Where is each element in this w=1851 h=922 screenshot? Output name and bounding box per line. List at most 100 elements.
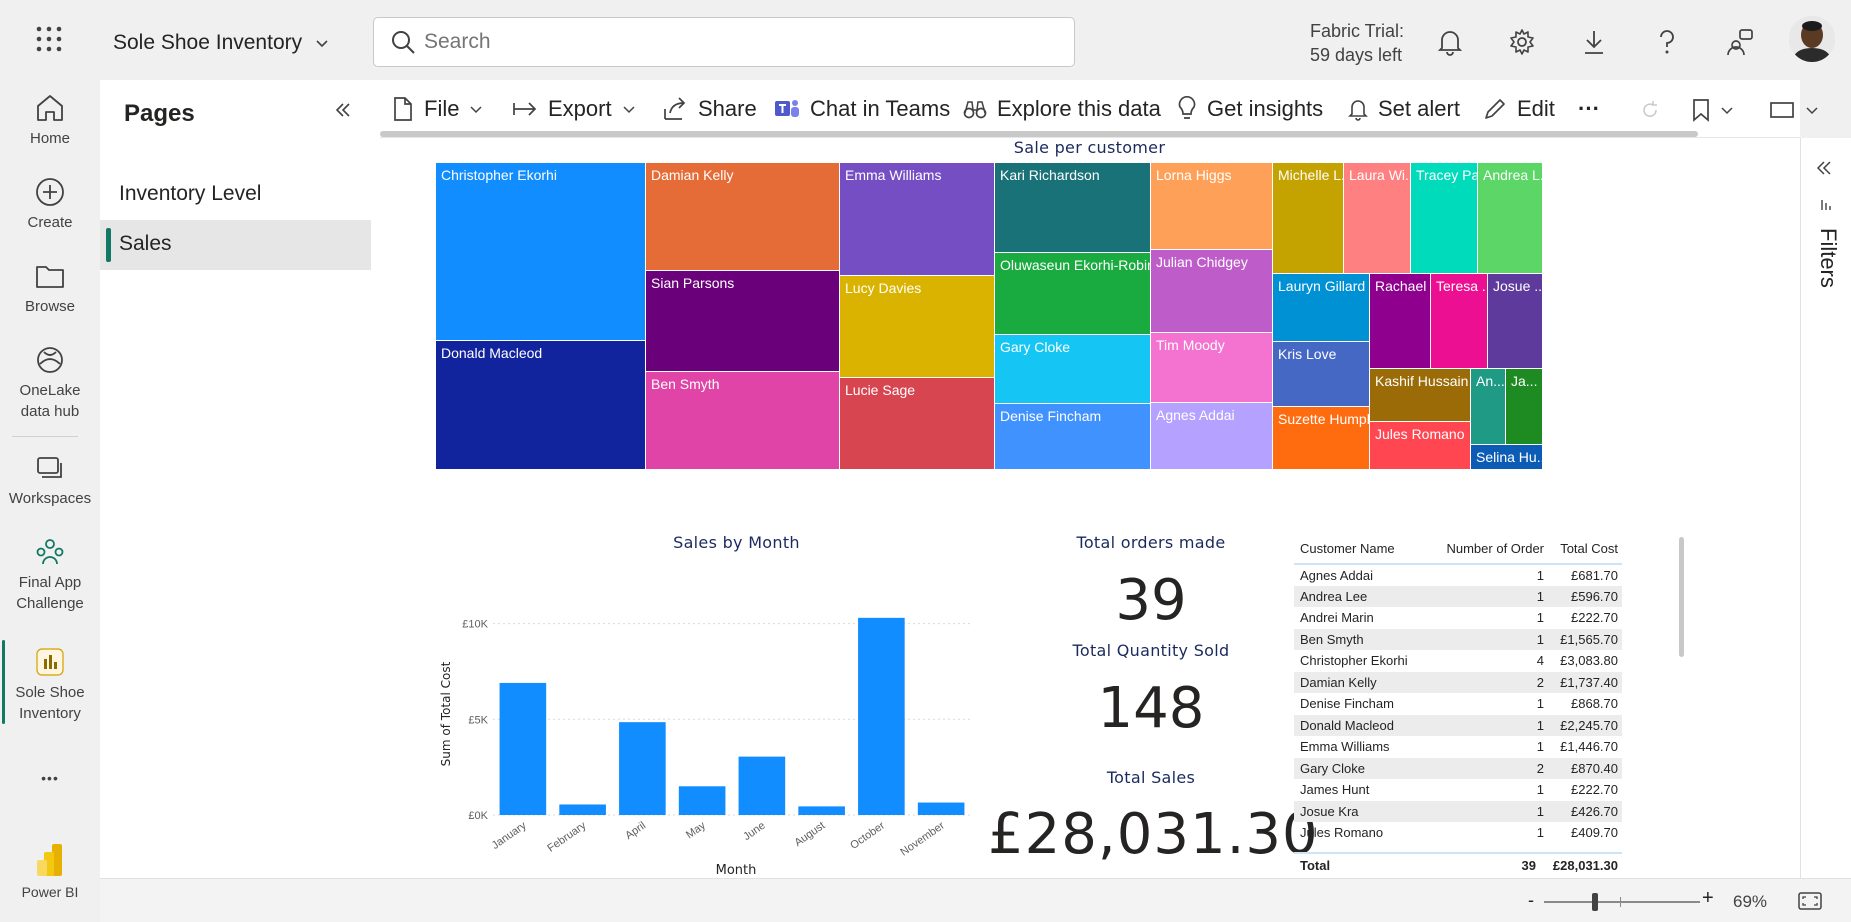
treemap-cell[interactable]: Selina Hu... (1471, 445, 1543, 470)
treemap-cell[interactable]: Josue ... (1488, 274, 1543, 369)
column-header-orders[interactable]: Number of Order (1428, 534, 1549, 564)
table-row[interactable]: James Hunt 1 £222.70 (1294, 779, 1622, 801)
nav-workspaces[interactable]: Workspaces (0, 452, 100, 509)
column-header-customer[interactable]: Customer Name (1294, 534, 1428, 564)
bar[interactable] (678, 786, 726, 815)
file-menu-button[interactable]: File (392, 94, 493, 124)
avatar[interactable] (1789, 16, 1835, 62)
treemap-cell[interactable]: Gary Cloke (995, 335, 1151, 404)
customer-table[interactable]: Customer Name Number of Order Total Cost… (1294, 534, 1684, 874)
table-row[interactable]: Gary Cloke 2 £870.40 (1294, 757, 1622, 779)
treemap-cell[interactable]: Tim Moody (1151, 333, 1273, 403)
bookmark-button[interactable] (1692, 98, 1734, 122)
page-item-sales[interactable]: Sales (100, 220, 371, 270)
fit-to-page-icon[interactable] (1798, 892, 1822, 910)
table-row[interactable]: Emma Williams 1 £1,446.70 (1294, 736, 1622, 758)
gear-icon[interactable] (1508, 28, 1536, 56)
treemap-cell[interactable]: Rachael ... (1370, 274, 1431, 369)
download-icon[interactable] (1581, 28, 1607, 56)
nav-more-button[interactable]: ••• (0, 768, 100, 789)
treemap-cell[interactable]: Emma Williams (840, 163, 995, 276)
table-scrollbar[interactable] (1679, 537, 1684, 657)
collapse-pane-icon[interactable] (333, 100, 353, 120)
zoom-out-button[interactable]: - (1528, 890, 1534, 911)
page-item-inventory-level[interactable]: Inventory Level (100, 170, 371, 220)
view-button[interactable] (1769, 100, 1819, 120)
zoom-in-button[interactable]: + (1702, 887, 1714, 910)
nav-create[interactable]: Create (0, 176, 100, 233)
report-title-dropdown[interactable]: Sole Shoe Inventory (113, 30, 330, 56)
set-alert-button[interactable]: Set alert (1348, 94, 1460, 124)
treemap-cell[interactable]: Kris Love (1273, 342, 1370, 407)
bell-icon[interactable] (1437, 28, 1463, 56)
table-row[interactable]: Ben Smyth 1 £1,565.70 (1294, 628, 1622, 650)
table-row[interactable]: Agnes Addai 1 £681.70 (1294, 564, 1622, 586)
nav-onelake[interactable]: OneLake data hub (0, 344, 100, 422)
treemap-cell[interactable]: Oluwaseun Ekorhi-Robinson (995, 253, 1151, 335)
more-options-button[interactable]: ··· (1578, 94, 1600, 124)
nav-final-app-challenge[interactable]: Final App Challenge (0, 536, 100, 614)
table-row[interactable]: Josue Kra 1 £426.70 (1294, 800, 1622, 822)
treemap-cell[interactable]: Kari Richardson (995, 163, 1151, 253)
expand-filters-icon[interactable] (1816, 160, 1832, 176)
treemap-cell[interactable]: Teresa ... (1431, 274, 1488, 369)
nav-browse[interactable]: Browse (0, 260, 100, 317)
toolbar-scrollbar[interactable] (380, 131, 1698, 137)
treemap-cell[interactable]: Damian Kelly (646, 163, 840, 271)
treemap-cell[interactable]: Ben Smyth (646, 372, 840, 470)
treemap-cell[interactable]: Jules Romano (1370, 422, 1471, 470)
treemap-cell[interactable]: Agnes Addai (1151, 403, 1273, 470)
nav-power-bi[interactable]: Power BI (0, 842, 100, 903)
bar[interactable] (917, 802, 965, 815)
treemap-cell[interactable]: Lucie Sage (840, 378, 995, 470)
treemap-cell[interactable]: Tracey Pa... (1411, 163, 1478, 274)
zoom-slider[interactable] (1544, 893, 1700, 911)
zoom-level[interactable]: 69% (1733, 892, 1767, 912)
table-row[interactable]: Andrei Marin 1 £222.70 (1294, 607, 1622, 629)
table-row[interactable]: Denise Fincham 1 £868.70 (1294, 693, 1622, 715)
bar[interactable] (738, 756, 786, 815)
app-launcher-icon[interactable] (34, 24, 64, 54)
table-row[interactable]: Andrea Lee 1 £596.70 (1294, 585, 1622, 607)
trial-status[interactable]: Fabric Trial: 59 days left (1310, 19, 1404, 67)
column-header-total-cost[interactable]: Total Cost (1549, 534, 1622, 564)
bar[interactable] (858, 617, 905, 815)
table-row[interactable]: Donald Macleod 1 £2,245.70 (1294, 714, 1622, 736)
treemap-cell[interactable]: Lauryn Gillard (1273, 274, 1370, 342)
table-row[interactable]: Christopher Ekorhi 4 £3,083.80 (1294, 650, 1622, 672)
bar[interactable] (798, 806, 845, 815)
treemap-cell[interactable]: Kashif Hussain (1370, 369, 1471, 422)
search-input[interactable] (424, 28, 1044, 56)
treemap-cell[interactable]: Christopher Ekorhi (436, 163, 646, 341)
bar[interactable] (559, 804, 606, 815)
nav-home[interactable]: Home (0, 92, 100, 149)
chat-in-teams-button[interactable]: Chat in Teams (774, 94, 950, 124)
treemap-cell[interactable]: Suzette Humph... (1273, 407, 1370, 470)
treemap-cell[interactable]: Denise Fincham (995, 404, 1151, 470)
edit-button[interactable]: Edit (1483, 94, 1555, 124)
treemap-cell[interactable]: Donald Macleod (436, 341, 646, 470)
get-insights-button[interactable]: Get insights (1177, 94, 1323, 124)
search-box[interactable] (373, 17, 1075, 67)
table-row[interactable]: Damian Kelly 2 £1,737.40 (1294, 671, 1622, 693)
treemap-cell[interactable]: Lorna Higgs (1151, 163, 1273, 250)
treemap-cell[interactable]: Julian Chidgey (1151, 250, 1273, 333)
export-menu-button[interactable]: Export (512, 94, 646, 124)
treemap-cell[interactable]: Lucy Davies (840, 276, 995, 378)
refresh-icon[interactable] (1640, 100, 1660, 120)
nav-sole-shoe-inventory[interactable]: Sole Shoe Inventory (0, 646, 100, 724)
treemap-cell[interactable]: An... (1471, 369, 1506, 445)
filters-pane[interactable]: Filters (1800, 138, 1851, 878)
explore-data-button[interactable]: Explore this data (963, 94, 1161, 124)
share-button[interactable]: Share (662, 94, 757, 124)
treemap-cell[interactable]: Sian Parsons (646, 271, 840, 372)
zoom-slider-thumb[interactable] (1592, 893, 1598, 911)
feedback-icon[interactable] (1725, 27, 1755, 57)
treemap-cell[interactable]: Andrea L... (1478, 163, 1543, 274)
bar[interactable] (619, 722, 666, 815)
table-row[interactable]: Jules Romano 1 £409.70 (1294, 822, 1622, 844)
treemap-cell[interactable]: Laura Wi... (1344, 163, 1411, 274)
treemap-cell[interactable]: Michelle L... (1273, 163, 1344, 274)
treemap-cell[interactable]: Ja... (1506, 369, 1543, 445)
bar[interactable] (499, 682, 547, 815)
